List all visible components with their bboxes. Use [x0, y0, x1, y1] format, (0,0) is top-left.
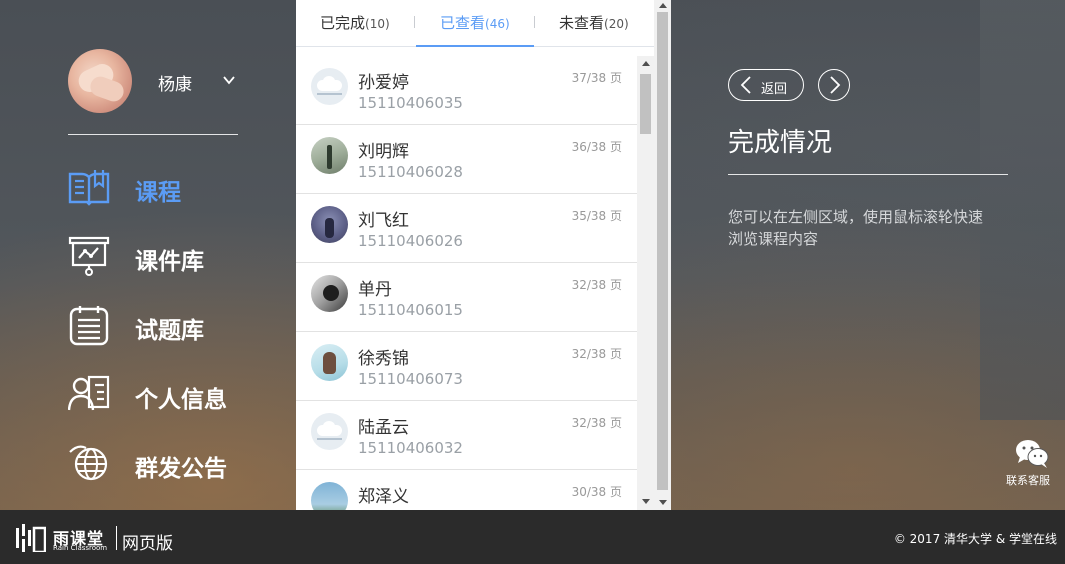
student-name: 单丹 [358, 280, 392, 300]
student-row[interactable]: 徐秀锦 15110406073 32/38 页 [296, 332, 637, 401]
tab-separator [414, 16, 415, 28]
divider [68, 134, 238, 135]
view-progress: 35/38 页 [571, 209, 622, 223]
student-name: 刘飞红 [358, 211, 409, 231]
book-icon [68, 170, 110, 206]
avatar [311, 137, 348, 174]
student-id: 15110406026 [358, 232, 463, 250]
copyright: © 2017 清华大学 & 学堂在线 [893, 532, 1057, 546]
tab-not-viewed[interactable]: 未查看(20) [559, 12, 629, 33]
nav-label: 个人信息 [135, 387, 227, 413]
nav-label: 课件库 [135, 249, 204, 275]
student-list-panel: 已完成(10) 已查看(46) 未查看(20) 孙爱婷 15110406035 … [296, 0, 671, 510]
next-button[interactable] [818, 69, 850, 101]
student-row[interactable]: 刘明辉 15110406028 36/38 页 [296, 125, 637, 194]
student-row[interactable]: 刘飞红 15110406026 35/38 页 [296, 194, 637, 263]
nav-item-courseware[interactable]: 课件库 [68, 235, 268, 277]
tab-separator [534, 16, 535, 28]
background-shade [980, 0, 1065, 420]
scroll-down-arrow-icon[interactable] [642, 499, 650, 504]
brand-name-en: Rain Classroom [53, 544, 108, 552]
contact-support-button[interactable]: 联系客服 [1005, 438, 1057, 490]
student-name: 孙爱婷 [358, 73, 409, 93]
globe-icon [69, 445, 108, 481]
logo-separator [116, 526, 117, 550]
avatar [311, 275, 348, 312]
rain-classroom-logo-icon [16, 524, 46, 552]
tab-bar: 已完成(10) 已查看(46) 未查看(20) [296, 0, 654, 47]
tab-viewed[interactable]: 已查看(46) [440, 12, 510, 33]
view-progress: 32/38 页 [571, 347, 622, 361]
view-progress: 36/38 页 [571, 140, 622, 154]
student-name: 刘明辉 [358, 142, 409, 162]
student-id: 15110406015 [358, 301, 463, 319]
avatar [311, 482, 348, 510]
nav-label: 课程 [135, 180, 181, 206]
student-id: 15110406073 [358, 370, 463, 388]
edition-label: 网页版 [122, 534, 173, 554]
nav-item-profile[interactable]: 个人信息 [68, 373, 268, 415]
chevron-left-icon [740, 76, 751, 94]
student-list[interactable]: 孙爱婷 15110406035 37/38 页 刘明辉 15110406028 … [296, 56, 637, 510]
username: 杨康 [158, 75, 192, 95]
list-scrollbar[interactable] [637, 56, 654, 510]
nav-item-course[interactable]: 课程 [68, 166, 268, 208]
view-progress: 32/38 页 [571, 416, 622, 430]
divider [728, 174, 1008, 175]
view-progress: 30/38 页 [571, 485, 622, 499]
avatar [311, 344, 348, 381]
nav-item-announcement[interactable]: 群发公告 [68, 442, 268, 484]
profile-card-icon [68, 375, 110, 411]
chevron-right-icon [830, 76, 841, 94]
scroll-thumb[interactable] [657, 12, 668, 490]
calendar-list-icon [69, 306, 109, 346]
scroll-up-arrow-icon[interactable] [659, 3, 667, 8]
footer: 雨课堂 Rain Classroom 网页版 © 2017 清华大学 & 学堂在… [0, 510, 1065, 564]
student-id: 15110406028 [358, 163, 463, 181]
logo[interactable]: 雨课堂 Rain Classroom 网页版 [16, 522, 176, 554]
avatar [311, 413, 348, 450]
view-progress: 37/38 页 [571, 71, 622, 85]
avatar [311, 206, 348, 243]
avatar [68, 49, 132, 113]
nav-item-question-bank[interactable]: 试题库 [68, 304, 268, 346]
student-row[interactable]: 孙爱婷 15110406035 37/38 页 [296, 56, 637, 125]
panel-scrollbar[interactable] [654, 0, 671, 510]
nav-label: 群发公告 [135, 456, 227, 482]
student-name: 陆孟云 [358, 418, 409, 438]
tab-completed[interactable]: 已完成(10) [320, 12, 390, 33]
support-label: 联系客服 [1006, 474, 1050, 487]
view-progress: 32/38 页 [571, 278, 622, 292]
student-row[interactable]: 单丹 15110406015 32/38 页 [296, 263, 637, 332]
nav-label: 试题库 [135, 318, 204, 344]
presentation-icon [68, 236, 110, 276]
wechat-icon [1016, 440, 1049, 468]
student-id: 15110406035 [358, 94, 463, 112]
scroll-thumb[interactable] [640, 74, 651, 134]
user-profile[interactable]: 杨康 [68, 49, 248, 114]
active-tab-indicator [416, 45, 534, 47]
student-row[interactable]: 陆孟云 15110406032 32/38 页 [296, 401, 637, 470]
back-button[interactable]: 返回 [728, 69, 804, 101]
student-row[interactable]: 郑泽义 30/38 页 [296, 470, 637, 510]
student-name: 郑泽义 [358, 487, 409, 507]
page-title: 完成情况 [728, 128, 833, 158]
chevron-down-icon[interactable] [221, 72, 237, 88]
hint-text: 您可以在左侧区域，使用鼠标滚轮快速浏览课程内容 [728, 208, 984, 248]
scroll-down-arrow-icon[interactable] [659, 500, 667, 505]
student-id: 15110406032 [358, 439, 463, 457]
back-label: 返回 [761, 82, 788, 97]
student-name: 徐秀锦 [358, 349, 409, 369]
scroll-up-arrow-icon[interactable] [642, 61, 650, 66]
avatar [311, 68, 348, 105]
